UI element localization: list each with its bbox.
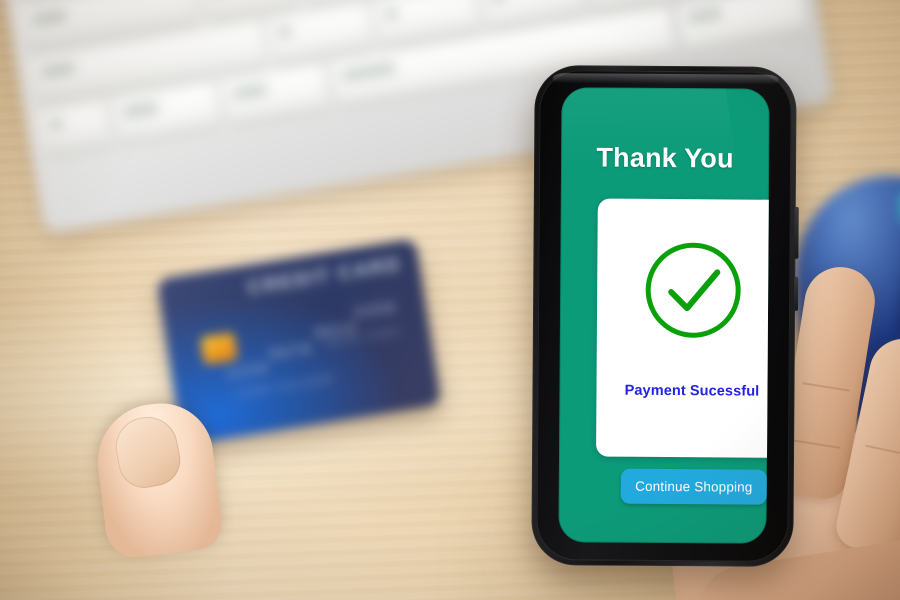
screenshot-scene: CREDIT CARD 1234 5678 9012 3456 CARD HOL… (0, 0, 900, 600)
thumbnail (110, 411, 185, 493)
page-title: Thank You (596, 142, 734, 174)
success-check-circle-icon (597, 238, 770, 343)
confirmation-card: Payment Sucessful (596, 198, 770, 458)
phone-power-button[interactable] (794, 276, 799, 311)
payment-status-text: Payment Sucessful (624, 382, 760, 400)
phone-screen[interactable]: Thank You Payment Sucessful Continue Sho… (558, 87, 770, 544)
continue-shopping-button[interactable]: Continue Shopping (620, 468, 767, 505)
phone-volume-button[interactable] (794, 206, 799, 259)
credit-card-chip-icon (200, 332, 239, 366)
smartphone: Thank You Payment Sucessful Continue Sho… (531, 65, 799, 567)
phone-edge-highlight (552, 73, 779, 85)
